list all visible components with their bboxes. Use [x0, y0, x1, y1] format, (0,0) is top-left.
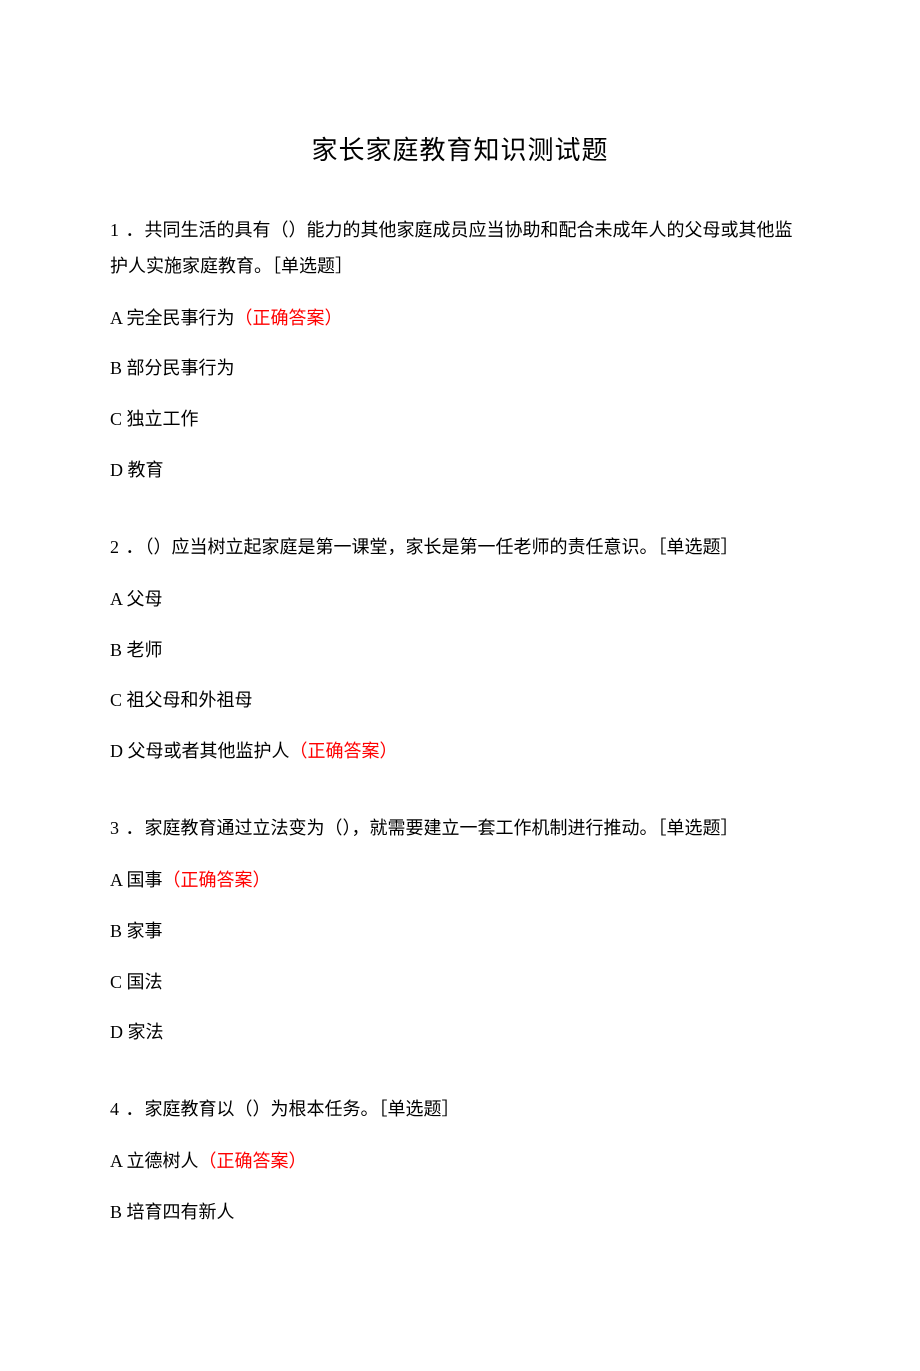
- option-label: D 家法: [110, 1022, 164, 1042]
- question-block: 3 ．家庭教育通过立法变为（），就需要建立一套工作机制进行推动。［单选题］ A 国…: [110, 810, 810, 1047]
- question-number: 3 ．: [110, 818, 145, 838]
- option: D 教育: [110, 456, 810, 485]
- option: D 家法: [110, 1018, 810, 1047]
- question-text: 3 ．家庭教育通过立法变为（），就需要建立一套工作机制进行推动。［单选题］: [110, 810, 810, 846]
- option-label: D 教育: [110, 460, 164, 480]
- option-label: C 国法: [110, 972, 163, 992]
- correct-answer-label: （正确答案）: [199, 1151, 307, 1171]
- option-label: B 家事: [110, 921, 163, 941]
- option: C 国法: [110, 968, 810, 997]
- option: A 完全民事行为（正确答案）: [110, 304, 810, 333]
- option-label: B 部分民事行为: [110, 358, 235, 378]
- question-block: 2 ．（）应当树立起家庭是第一课堂，家长是第一任老师的责任意识。［单选题］ A 父…: [110, 529, 810, 766]
- option: C 祖父母和外祖母: [110, 686, 810, 715]
- questions-container: 1 ．共同生活的具有（）能力的其他家庭成员应当协助和配合未成年人的父母或其他监护…: [110, 212, 810, 1227]
- question-block: 4 ．家庭教育以（）为根本任务。［单选题］ A 立德树人（正确答案） B 培育四有新…: [110, 1091, 810, 1227]
- option: A 父母: [110, 585, 810, 614]
- option-label: A 立德树人: [110, 1151, 199, 1171]
- question-number: 2 ．: [110, 537, 145, 557]
- question-number: 1 ．: [110, 220, 145, 240]
- option-label: A 国事: [110, 870, 163, 890]
- correct-answer-label: （正确答案）: [235, 308, 343, 328]
- question-block: 1 ．共同生活的具有（）能力的其他家庭成员应当协助和配合未成年人的父母或其他监护…: [110, 212, 810, 485]
- option-label: C 独立工作: [110, 409, 199, 429]
- question-text: 1 ．共同生活的具有（）能力的其他家庭成员应当协助和配合未成年人的父母或其他监护…: [110, 212, 810, 284]
- question-body: 家庭教育通过立法变为（），就需要建立一套工作机制进行推动。［单选题］: [145, 818, 739, 838]
- page-title: 家长家庭教育知识测试题: [110, 130, 810, 172]
- option-label: A 完全民事行为: [110, 308, 235, 328]
- option: C 独立工作: [110, 405, 810, 434]
- option-label: B 老师: [110, 640, 163, 660]
- question-body: 家庭教育以（）为根本任务。［单选题］: [145, 1099, 460, 1119]
- option-label: C 祖父母和外祖母: [110, 690, 253, 710]
- option: D 父母或者其他监护人（正确答案）: [110, 737, 810, 766]
- option-label: A 父母: [110, 589, 163, 609]
- option: B 部分民事行为: [110, 354, 810, 383]
- question-number: 4 ．: [110, 1099, 145, 1119]
- option: B 老师: [110, 636, 810, 665]
- option-label: D 父母或者其他监护人: [110, 741, 290, 761]
- option-label: B 培育四有新人: [110, 1202, 235, 1222]
- option: B 家事: [110, 917, 810, 946]
- correct-answer-label: （正确答案）: [290, 741, 398, 761]
- question-body: （）应当树立起家庭是第一课堂，家长是第一任老师的责任意识。［单选题］: [145, 537, 739, 557]
- option: A 国事（正确答案）: [110, 866, 810, 895]
- question-text: 4 ．家庭教育以（）为根本任务。［单选题］: [110, 1091, 810, 1127]
- option: B 培育四有新人: [110, 1198, 810, 1227]
- question-body: 共同生活的具有（）能力的其他家庭成员应当协助和配合未成年人的父母或其他监护人实施…: [110, 220, 793, 276]
- option: A 立德树人（正确答案）: [110, 1147, 810, 1176]
- question-text: 2 ．（）应当树立起家庭是第一课堂，家长是第一任老师的责任意识。［单选题］: [110, 529, 810, 565]
- correct-answer-label: （正确答案）: [163, 870, 271, 890]
